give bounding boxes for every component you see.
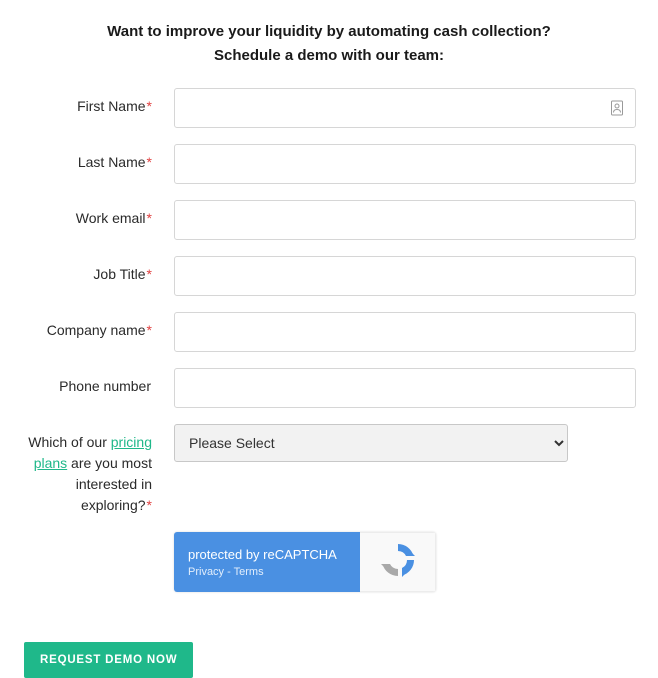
heading-line-2: Schedule a demo with our team: bbox=[214, 47, 444, 64]
work-email-input[interactable] bbox=[174, 200, 636, 240]
work-email-row: Work email* bbox=[22, 200, 636, 240]
request-demo-button[interactable]: REQUEST DEMO NOW bbox=[24, 642, 193, 678]
required-marker: * bbox=[147, 266, 152, 282]
phone-number-label: Phone number bbox=[22, 368, 154, 397]
first-name-label: First Name* bbox=[22, 88, 154, 117]
demo-request-form: First Name* Last Name* Work email* bbox=[22, 88, 636, 678]
recaptcha-title: protected by reCAPTCHA bbox=[188, 547, 346, 562]
form-heading: Want to improve your liquidity by automa… bbox=[22, 20, 636, 68]
pricing-plan-label: Which of our pricing plans are you most … bbox=[22, 424, 154, 516]
company-name-input[interactable] bbox=[174, 312, 636, 352]
recaptcha-icon bbox=[378, 540, 418, 585]
phone-number-input[interactable] bbox=[174, 368, 636, 408]
required-marker: * bbox=[147, 98, 152, 114]
recaptcha-privacy-link[interactable]: Privacy bbox=[188, 566, 224, 578]
required-marker: * bbox=[147, 210, 152, 226]
recaptcha-info: protected by reCAPTCHA Privacy - Terms bbox=[174, 532, 360, 592]
recaptcha-widget: protected by reCAPTCHA Privacy - Terms bbox=[174, 532, 436, 592]
required-marker: * bbox=[147, 497, 152, 513]
submit-row: REQUEST DEMO NOW bbox=[22, 642, 636, 678]
last-name-row: Last Name* bbox=[22, 144, 636, 184]
last-name-label: Last Name* bbox=[22, 144, 154, 173]
job-title-label: Job Title* bbox=[22, 256, 154, 285]
phone-number-row: Phone number bbox=[22, 368, 636, 408]
pricing-plan-select[interactable]: Please Select bbox=[174, 424, 568, 462]
job-title-input[interactable] bbox=[174, 256, 636, 296]
work-email-label: Work email* bbox=[22, 200, 154, 229]
pricing-plan-row: Which of our pricing plans are you most … bbox=[22, 424, 636, 516]
first-name-row: First Name* bbox=[22, 88, 636, 128]
last-name-input[interactable] bbox=[174, 144, 636, 184]
company-name-row: Company name* bbox=[22, 312, 636, 352]
required-marker: * bbox=[147, 154, 152, 170]
required-marker: * bbox=[147, 322, 152, 338]
heading-line-1: Want to improve your liquidity by automa… bbox=[107, 23, 551, 40]
job-title-row: Job Title* bbox=[22, 256, 636, 296]
recaptcha-logo-area bbox=[360, 532, 436, 592]
company-name-label: Company name* bbox=[22, 312, 154, 341]
recaptcha-terms-link[interactable]: Terms bbox=[234, 566, 264, 578]
recaptcha-row: protected by reCAPTCHA Privacy - Terms bbox=[22, 532, 636, 592]
recaptcha-links: Privacy - Terms bbox=[188, 566, 346, 578]
first-name-input[interactable] bbox=[174, 88, 636, 128]
